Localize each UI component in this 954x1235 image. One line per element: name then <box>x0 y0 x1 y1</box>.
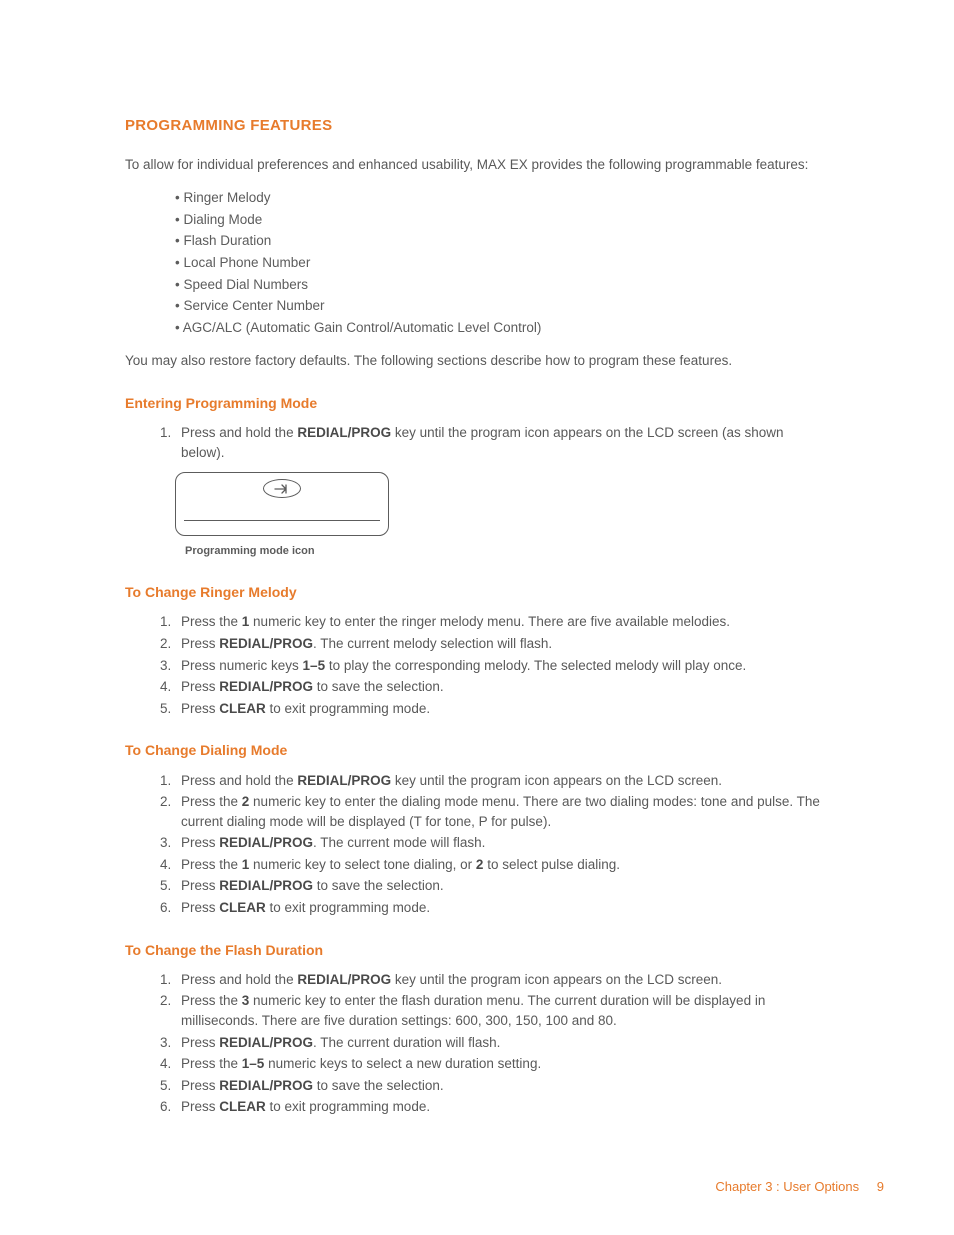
heading-programming-features: PROGRAMMING FEATURES <box>125 115 829 137</box>
list-item: Press REDIAL/PROG to save the selection. <box>175 876 829 896</box>
steps-flash: Press and hold the REDIAL/PROG key until… <box>125 970 829 1117</box>
list-item: Press CLEAR to exit programming mode. <box>175 699 829 719</box>
list-item: Press REDIAL/PROG to save the selection. <box>175 1076 829 1096</box>
list-item: Press the 1–5 numeric keys to select a n… <box>175 1054 829 1074</box>
text: Press the <box>181 857 242 872</box>
list-item: Press CLEAR to exit programming mode. <box>175 1097 829 1117</box>
key-redial-prog: REDIAL/PROG <box>219 636 313 651</box>
list-item: Press REDIAL/PROG. The current duration … <box>175 1033 829 1053</box>
list-item: Flash Duration <box>175 231 829 251</box>
list-item: Press and hold the REDIAL/PROG key until… <box>175 423 829 462</box>
text: to exit programming mode. <box>266 900 430 915</box>
list-item: Ringer Melody <box>175 188 829 208</box>
text: to save the selection. <box>313 679 444 694</box>
text: key until the program icon appears on th… <box>391 773 722 788</box>
text: to play the corresponding melody. The se… <box>325 658 746 673</box>
list-item: Press and hold the REDIAL/PROG key until… <box>175 970 829 990</box>
text: Press numeric keys <box>181 658 303 673</box>
lcd-figure: Programming mode icon <box>175 472 829 560</box>
text: numeric keys to select a new duration se… <box>264 1056 541 1071</box>
key-redial-prog: REDIAL/PROG <box>219 679 313 694</box>
list-item: AGC/ALC (Automatic Gain Control/Automati… <box>175 318 829 338</box>
text: Press <box>181 636 219 651</box>
list-item: Press REDIAL/PROG. The current melody se… <box>175 634 829 654</box>
text: numeric key to select tone dialing, or <box>249 857 476 872</box>
intro-paragraph: To allow for individual preferences and … <box>125 155 829 175</box>
text: . The current duration will flash. <box>313 1035 500 1050</box>
steps-enter: Press and hold the REDIAL/PROG key until… <box>125 423 829 462</box>
list-item: Press the 2 numeric key to enter the dia… <box>175 792 829 831</box>
text: Press <box>181 835 219 850</box>
lcd-divider <box>184 520 380 521</box>
list-item: Press the 3 numeric key to enter the fla… <box>175 991 829 1030</box>
list-item: Press numeric keys 1–5 to play the corre… <box>175 656 829 676</box>
text: Press <box>181 1078 219 1093</box>
text: to save the selection. <box>313 878 444 893</box>
heading-change-ringer-melody: To Change Ringer Melody <box>125 582 829 602</box>
footer-chapter: Chapter 3 : User Options <box>715 1179 859 1194</box>
page: PROGRAMMING FEATURES To allow for indivi… <box>0 0 954 1235</box>
key-redial-prog: REDIAL/PROG <box>297 773 391 788</box>
lcd-caption: Programming mode icon <box>185 544 829 560</box>
list-item: Press REDIAL/PROG to save the selection. <box>175 677 829 697</box>
list-item: Press REDIAL/PROG. The current mode will… <box>175 833 829 853</box>
text: . The current mode will flash. <box>313 835 485 850</box>
heading-change-dialing-mode: To Change Dialing Mode <box>125 740 829 760</box>
key-clear: CLEAR <box>219 701 266 716</box>
list-item: Press the 1 numeric key to select tone d… <box>175 855 829 875</box>
feature-list: Ringer Melody Dialing Mode Flash Duratio… <box>125 188 829 337</box>
text: key until the program icon appears on th… <box>391 972 722 987</box>
key-clear: CLEAR <box>219 900 266 915</box>
text: . The current melody selection will flas… <box>313 636 552 651</box>
steps-ringer: Press the 1 numeric key to enter the rin… <box>125 612 829 718</box>
text: Press the <box>181 1056 242 1071</box>
text: Press <box>181 701 219 716</box>
text: Press and hold the <box>181 773 297 788</box>
text: Press <box>181 900 219 915</box>
key-1-5: 1–5 <box>303 658 326 673</box>
key-clear: CLEAR <box>219 1099 266 1114</box>
list-item: Press the 1 numeric key to enter the rin… <box>175 612 829 632</box>
list-item: Local Phone Number <box>175 253 829 273</box>
footer-page-number: 9 <box>877 1179 884 1194</box>
text: numeric key to enter the flash duration … <box>181 993 765 1028</box>
intro2-paragraph: You may also restore factory defaults. T… <box>125 351 829 371</box>
text: Press the <box>181 794 242 809</box>
lcd-screen <box>175 472 389 536</box>
text: numeric key to enter the ringer melody m… <box>249 614 730 629</box>
key-redial-prog: REDIAL/PROG <box>219 835 313 850</box>
list-item: Service Center Number <box>175 296 829 316</box>
text: numeric key to enter the dialing mode me… <box>181 794 820 829</box>
text: Press <box>181 679 219 694</box>
text: Press the <box>181 614 242 629</box>
steps-dial: Press and hold the REDIAL/PROG key until… <box>125 771 829 918</box>
page-footer: Chapter 3 : User Options 9 <box>715 1178 884 1197</box>
text: Press and hold the <box>181 425 297 440</box>
text: Press and hold the <box>181 972 297 987</box>
key-redial-prog: REDIAL/PROG <box>297 425 391 440</box>
list-item: Speed Dial Numbers <box>175 275 829 295</box>
list-item: Press CLEAR to exit programming mode. <box>175 898 829 918</box>
list-item: Press and hold the REDIAL/PROG key until… <box>175 771 829 791</box>
text: Press <box>181 878 219 893</box>
key-redial-prog: REDIAL/PROG <box>219 1078 313 1093</box>
program-mode-icon <box>263 479 301 498</box>
text: to exit programming mode. <box>266 701 430 716</box>
key-redial-prog: REDIAL/PROG <box>297 972 391 987</box>
text: to select pulse dialing. <box>483 857 620 872</box>
text: to exit programming mode. <box>266 1099 430 1114</box>
text: Press <box>181 1035 219 1050</box>
key-redial-prog: REDIAL/PROG <box>219 878 313 893</box>
list-item: Dialing Mode <box>175 210 829 230</box>
key-1-5: 1–5 <box>242 1056 265 1071</box>
text: Press the <box>181 993 242 1008</box>
heading-entering-programming-mode: Entering Programming Mode <box>125 393 829 413</box>
arrow-icon <box>273 483 291 495</box>
heading-change-flash-duration: To Change the Flash Duration <box>125 940 829 960</box>
text: to save the selection. <box>313 1078 444 1093</box>
key-redial-prog: REDIAL/PROG <box>219 1035 313 1050</box>
text: Press <box>181 1099 219 1114</box>
